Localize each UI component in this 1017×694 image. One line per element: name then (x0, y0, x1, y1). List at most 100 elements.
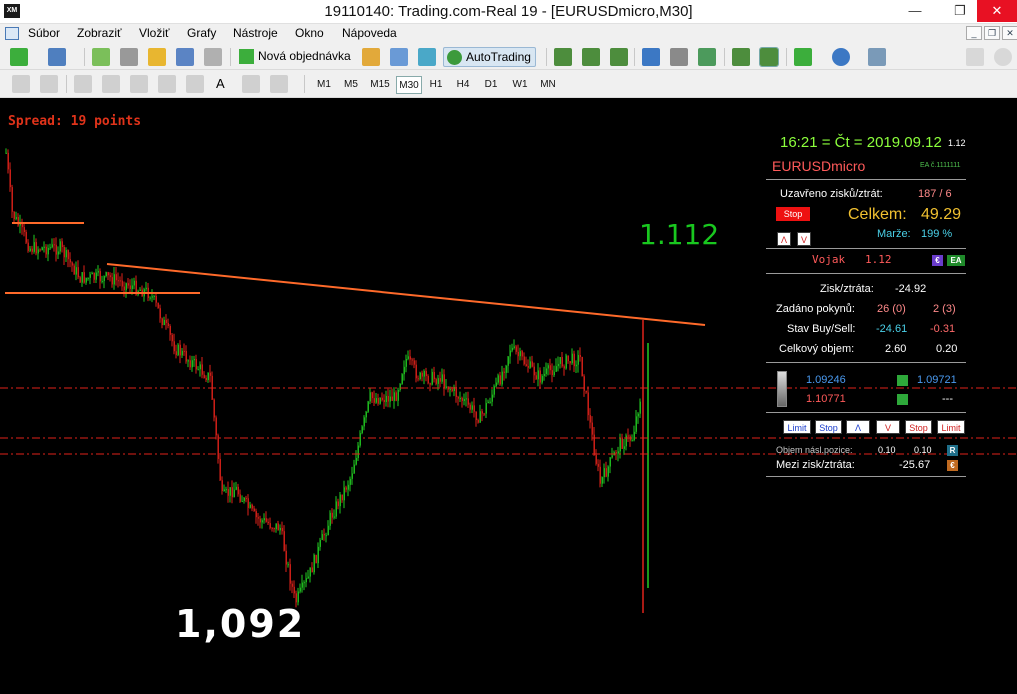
candle-body (73, 265, 75, 275)
vertical-line-icon[interactable] (74, 75, 92, 93)
buy-green-square[interactable] (897, 375, 908, 386)
candle-body (423, 371, 425, 377)
mdi-minimize-button[interactable]: _ (966, 26, 982, 40)
standard-toolbar: Nová objednávka AutoTrading (0, 44, 1017, 70)
auto-scroll-icon[interactable] (732, 48, 750, 66)
sell-stop-button[interactable]: Stop (905, 420, 932, 434)
menu-window[interactable]: Okno (295, 26, 324, 40)
margin-value: 199 % (921, 228, 953, 240)
data-window-icon[interactable] (120, 48, 138, 66)
trendline-icon[interactable] (130, 75, 148, 93)
chat-icon[interactable] (994, 48, 1012, 66)
tf-m15[interactable]: M15 (367, 76, 393, 94)
line-chart-icon[interactable] (610, 48, 628, 66)
menu-file[interactable]: Súbor (28, 26, 60, 40)
indicators-icon[interactable] (794, 48, 812, 66)
sell-green-square[interactable] (897, 394, 908, 405)
cursor-icon[interactable] (12, 75, 30, 93)
menu-insert[interactable]: Vložiť (139, 26, 170, 40)
sell-limit-button[interactable]: Limit (937, 420, 965, 434)
close-button[interactable]: ✕ (977, 0, 1017, 22)
chart-area[interactable]: Spread: 19 points 1.112 1,092 16:21 = Čt… (0, 98, 1017, 694)
candle-body (357, 445, 359, 459)
up-button[interactable]: Λ (777, 232, 791, 246)
signals-icon[interactable] (390, 48, 408, 66)
terminal-icon[interactable] (176, 48, 194, 66)
minimize-button[interactable]: — (895, 0, 935, 22)
tile-windows-icon[interactable] (698, 48, 716, 66)
tf-m1[interactable]: M1 (314, 76, 334, 94)
tf-h4[interactable]: H4 (453, 76, 473, 94)
bar-chart-icon[interactable] (554, 48, 572, 66)
tf-m5[interactable]: M5 (341, 76, 361, 94)
tf-w1[interactable]: W1 (510, 76, 530, 94)
zoom-in-icon[interactable] (642, 48, 660, 66)
buy-button[interactable]: Λ (846, 420, 870, 434)
chart-window-icon[interactable] (5, 27, 19, 40)
zoom-out-icon[interactable] (670, 48, 688, 66)
tf-m30[interactable]: M30 (396, 76, 422, 94)
market-icon[interactable] (418, 48, 436, 66)
next-volume-buy: 0.10 (878, 445, 896, 455)
chart-shift-icon[interactable] (759, 47, 779, 67)
tf-h1[interactable]: H1 (426, 76, 446, 94)
strategy-tester-icon[interactable] (204, 48, 222, 66)
templates-icon[interactable] (868, 48, 886, 66)
navigator-icon[interactable] (148, 48, 166, 66)
mdi-close-button[interactable]: ✕ (1002, 26, 1017, 40)
stop-ea-button[interactable]: Stop (776, 207, 810, 221)
margin-label: Marže: (877, 228, 911, 240)
restore-button[interactable]: ❐ (940, 0, 980, 22)
autotrading-button[interactable]: AutoTrading (443, 47, 536, 67)
crosshair-icon[interactable] (40, 75, 58, 93)
candle-body (387, 395, 389, 402)
buy-limit-button[interactable]: Limit (783, 420, 811, 434)
menu-charts[interactable]: Grafy (187, 26, 216, 40)
equidistant-channel-icon[interactable] (158, 75, 176, 93)
spread-label: Spread: 19 points (8, 114, 142, 129)
sell-button[interactable]: V (876, 420, 900, 434)
candle-body (259, 518, 261, 523)
candle-body (197, 369, 199, 371)
tf-d1[interactable]: D1 (481, 76, 501, 94)
candle-body (549, 365, 551, 371)
text-label-icon[interactable] (242, 75, 260, 93)
euro-close-badge[interactable]: € (947, 460, 958, 471)
ea-badge[interactable]: EA (947, 255, 965, 266)
price-scroll-handle[interactable] (777, 371, 787, 407)
tf-mn[interactable]: MN (537, 76, 559, 94)
menu-view[interactable]: Zobraziť (77, 26, 122, 40)
new-order-button[interactable]: Nová objednávka (236, 47, 355, 67)
periods-icon[interactable] (832, 48, 850, 66)
candle-body (525, 364, 527, 367)
arrows-icon[interactable] (270, 75, 288, 93)
buy-stop-button[interactable]: Stop (815, 420, 842, 434)
euro-badge[interactable]: € (932, 255, 943, 266)
horizontal-line-icon[interactable] (102, 75, 120, 93)
search-icon[interactable] (966, 48, 984, 66)
candlestick-icon[interactable] (582, 48, 600, 66)
mdi-restore-button[interactable]: ❐ (984, 26, 1000, 40)
candle-body (239, 494, 241, 502)
candle-body (55, 244, 57, 255)
candle-body (373, 398, 375, 403)
candle-body (87, 277, 89, 279)
market-watch-icon[interactable] (92, 48, 110, 66)
r-badge[interactable]: R (947, 445, 958, 456)
candle-body (25, 231, 27, 243)
candle-body (145, 287, 147, 290)
state-sell: -0.31 (930, 323, 956, 335)
next-volume-label: Objem násl.pozice: (776, 445, 853, 455)
text-tool-button[interactable]: A (216, 76, 225, 91)
candle-body (501, 371, 503, 385)
profiles-icon[interactable] (48, 48, 66, 66)
candle-body (235, 486, 237, 490)
down-button[interactable]: V (797, 232, 811, 246)
menu-help[interactable]: Nápoveda (342, 26, 397, 40)
candle-body (227, 489, 229, 496)
new-chart-icon[interactable] (10, 48, 28, 66)
candle-body (425, 371, 427, 376)
meta-editor-icon[interactable] (362, 48, 380, 66)
fibonacci-icon[interactable] (186, 75, 204, 93)
menu-tools[interactable]: Nástroje (233, 26, 278, 40)
